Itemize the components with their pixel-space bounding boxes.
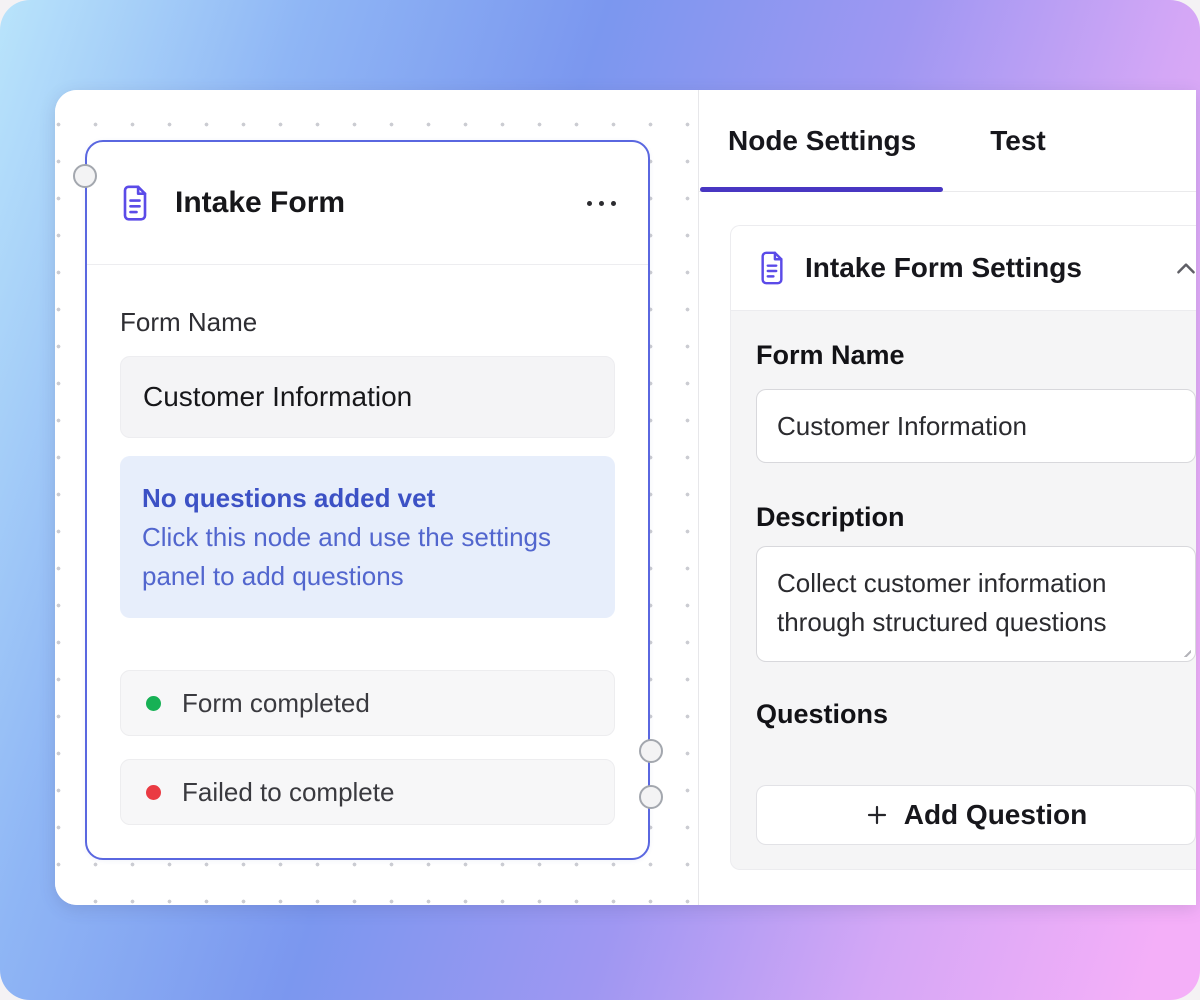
node-output-handle-1[interactable] (639, 739, 663, 763)
description-value: Collect customer information through str… (777, 568, 1107, 637)
tab-label: Node Settings (728, 125, 916, 157)
intake-form-node[interactable]: Intake Form Form Name Customer Informati… (85, 140, 650, 860)
flow-canvas[interactable]: Intake Form Form Name Customer Informati… (55, 90, 698, 905)
document-icon (120, 185, 150, 221)
tab-label: Test (990, 125, 1046, 157)
no-questions-notice: No questions added vet Click this node a… (120, 456, 615, 618)
output-row-failed-to-complete: Failed to complete (120, 759, 615, 825)
success-dot-icon (146, 696, 161, 711)
tab-test[interactable]: Test (984, 90, 1052, 191)
section-title: Intake Form Settings (805, 252, 1082, 284)
description-textarea[interactable]: Collect customer information through str… (756, 546, 1196, 662)
active-tab-underline (700, 187, 943, 192)
error-dot-icon (146, 785, 161, 800)
app-window: Intake Form Form Name Customer Informati… (55, 90, 1196, 905)
document-icon (758, 251, 786, 285)
questions-label: Questions (756, 698, 1196, 730)
add-question-label: Add Question (904, 799, 1088, 831)
output-label: Failed to complete (182, 777, 394, 808)
section-header[interactable]: Intake Form Settings (730, 225, 1196, 311)
section-body: Form Name Customer Information Descripti… (730, 311, 1196, 870)
node-input-handle[interactable] (73, 164, 97, 188)
notice-body: Click this node and use the settings pan… (142, 518, 593, 596)
form-name-input[interactable]: Customer Information (756, 389, 1196, 463)
output-label: Form completed (182, 688, 370, 719)
output-row-form-completed: Form completed (120, 670, 615, 736)
add-question-button[interactable]: Add Question (756, 785, 1196, 845)
node-title: Intake Form (175, 186, 585, 220)
chevron-up-icon[interactable] (1173, 256, 1196, 282)
resize-grip-icon[interactable] (1180, 646, 1191, 657)
panel-tabbar: Node Settings Test (699, 90, 1196, 192)
notice-title: No questions added vet (142, 478, 593, 518)
node-form-name-label: Form Name (120, 305, 615, 339)
node-header: Intake Form (87, 142, 648, 265)
intake-form-settings-section: Intake Form Settings Form Name Customer … (730, 225, 1196, 870)
settings-panel: Node Settings Test Intake Form (699, 90, 1196, 905)
node-body: Form Name Customer Information No questi… (87, 305, 648, 825)
node-output-handle-2[interactable] (639, 785, 663, 809)
tab-node-settings[interactable]: Node Settings (699, 90, 952, 191)
ellipsis-icon[interactable] (585, 195, 618, 212)
description-label: Description (756, 501, 1196, 533)
node-form-name-value[interactable]: Customer Information (120, 356, 615, 438)
plus-icon (865, 803, 889, 827)
form-name-label: Form Name (756, 339, 1196, 371)
